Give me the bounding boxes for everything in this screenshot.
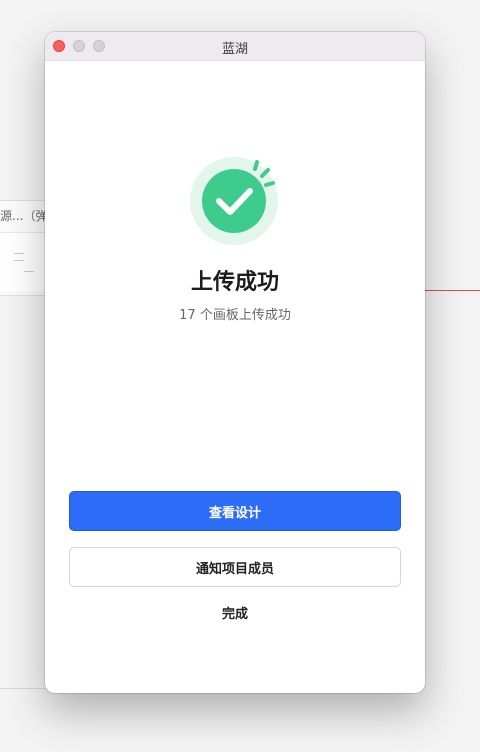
notify-members-button[interactable]: 通知项目成员 (69, 547, 401, 587)
thumbnail-line (14, 253, 24, 261)
success-headline: 上传成功 (190, 270, 279, 295)
title-bar[interactable]: 蓝湖 (45, 32, 425, 61)
thumbnail-line (24, 271, 34, 276)
upload-result-window: 蓝湖 上传成功 17 个画板上传成功 查看设计 通知项目成员 完成 (45, 32, 425, 693)
background-thumbnail (0, 232, 48, 291)
done-button[interactable]: 完成 (69, 593, 401, 631)
upload-count-text: 17 个画板上传成功 (179, 308, 291, 323)
checkmark-success-icon (189, 154, 281, 246)
window-title: 蓝湖 (221, 42, 248, 57)
background-divider (0, 688, 48, 689)
background-guide-line (424, 290, 480, 291)
view-design-button[interactable]: 查看设计 (69, 491, 401, 531)
